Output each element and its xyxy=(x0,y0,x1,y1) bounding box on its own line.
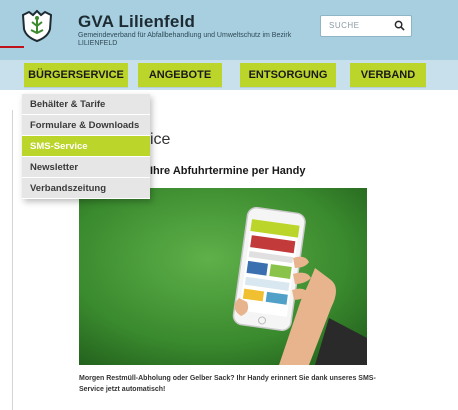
dropdown-item-newsletter[interactable]: Newsletter xyxy=(22,157,150,178)
hand-phone-photo xyxy=(79,188,367,365)
nav-item-label: ENTSORGUNG xyxy=(248,69,328,81)
crest-icon[interactable] xyxy=(20,9,54,43)
nav-item-label: BÜRGERSERVICE xyxy=(28,69,124,81)
nav-item-label: ANGEBOTE xyxy=(148,69,212,81)
dropdown-item-label: Behälter & Tarife xyxy=(30,98,106,110)
page: GVA Lilienfeld Gemeindeverband für Abfal… xyxy=(0,0,458,410)
dropdown-item-label: Newsletter xyxy=(30,161,79,173)
search-icon[interactable] xyxy=(394,20,405,31)
nav-item-label: VERBAND xyxy=(360,69,416,81)
dropdown-item-label: SMS-Service xyxy=(30,140,88,152)
page-subheading: Ihre Abfuhrtermine per Handy xyxy=(150,165,306,177)
site-subtitle: Gemeindeverband für Abfallbehandlung und… xyxy=(78,32,292,47)
search-input[interactable]: SUCHE xyxy=(320,15,412,37)
divider xyxy=(12,110,13,410)
dropdown-item-label: Formulare & Downloads xyxy=(30,119,140,131)
buergerservice-dropdown: Behälter & Tarife Formulare & Downloads … xyxy=(22,94,150,199)
site-title[interactable]: GVA Lilienfeld xyxy=(78,12,195,32)
dropdown-item-label: Verbandszeitung xyxy=(30,182,107,194)
page-title: ice xyxy=(150,131,171,148)
dropdown-item-behaelter-tarife[interactable]: Behälter & Tarife xyxy=(22,94,150,115)
dropdown-item-verbandszeitung[interactable]: Verbandszeitung xyxy=(22,178,150,199)
nav-item-angebote[interactable]: ANGEBOTE xyxy=(138,63,222,87)
nav-item-verband[interactable]: VERBAND xyxy=(350,63,426,87)
nav-item-entsorgung[interactable]: ENTSORGUNG xyxy=(240,63,336,87)
red-accent-line xyxy=(0,46,24,48)
search-placeholder: SUCHE xyxy=(329,21,360,30)
dropdown-item-sms-service[interactable]: SMS-Service xyxy=(22,136,150,157)
hero-image xyxy=(79,188,367,365)
nav-item-buergerservice[interactable]: BÜRGERSERVICE xyxy=(24,63,128,87)
body-text: Morgen Restmüll-Abholung oder Gelber Sac… xyxy=(79,375,376,393)
dropdown-item-formulare-downloads[interactable]: Formulare & Downloads xyxy=(22,115,150,136)
